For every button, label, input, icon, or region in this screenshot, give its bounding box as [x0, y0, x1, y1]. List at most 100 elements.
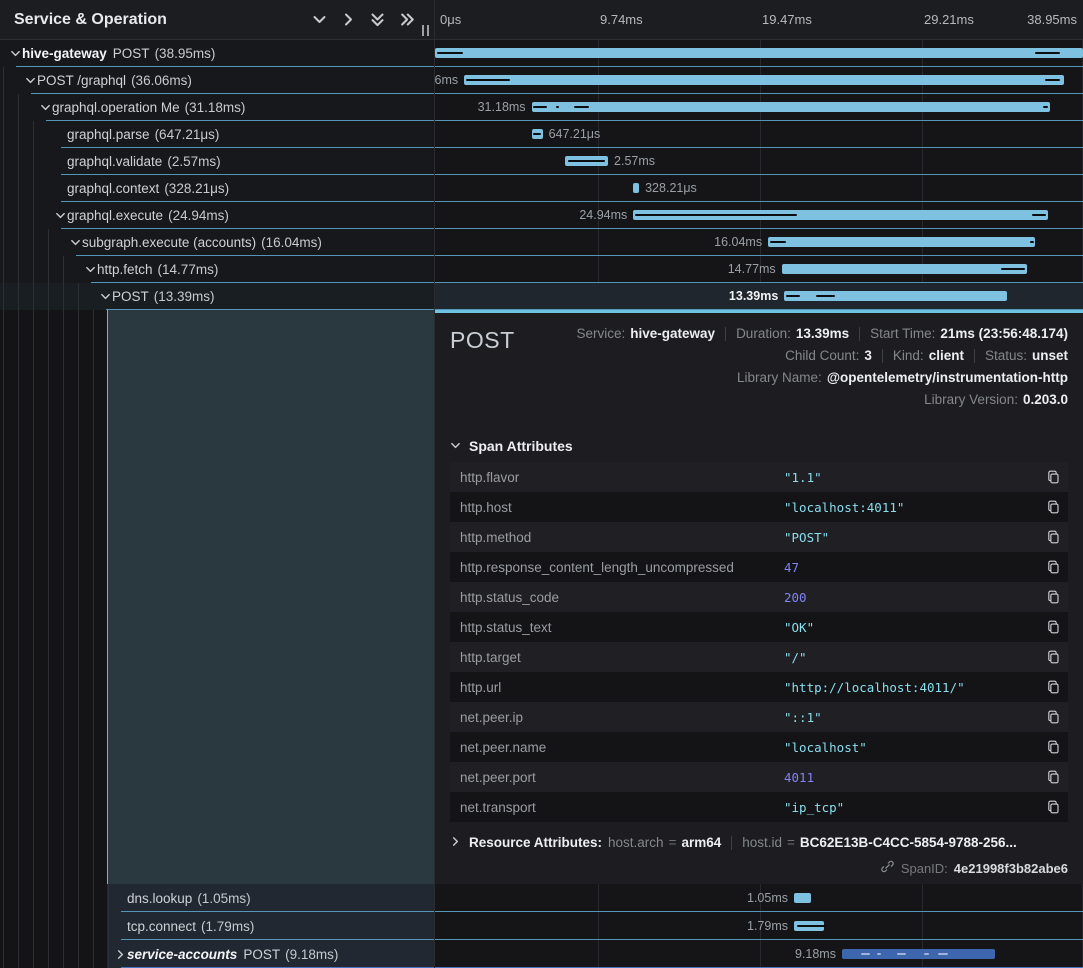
operation-name: graphql.execute	[67, 208, 163, 223]
chevron-down-icon[interactable]	[98, 291, 112, 302]
span-tree-row[interactable]: hive-gatewayPOST(38.95ms)	[0, 40, 434, 67]
span-bar[interactable]	[435, 48, 1083, 58]
column-resizer-grip[interactable]	[422, 25, 429, 36]
expand-all-icon[interactable]	[396, 10, 416, 30]
timeline-row[interactable]: 9.18ms	[435, 940, 1083, 968]
span-bar[interactable]	[532, 102, 1050, 112]
timeline-row[interactable]: 38.95ms	[435, 40, 1083, 67]
copy-value-button[interactable]	[1042, 526, 1064, 548]
attribute-value: 200	[784, 590, 1042, 605]
operation-name: tcp.connect	[127, 919, 196, 934]
collapse-children-icon[interactable]	[309, 10, 329, 30]
bar-duration-label: 14.77ms	[728, 256, 776, 283]
timeline-row[interactable]: 1.79ms	[435, 912, 1083, 940]
span-tree-row[interactable]: dns.lookup(1.05ms)	[0, 884, 434, 912]
attribute-value: "http://localhost:4011/"	[784, 680, 1042, 695]
span-bar[interactable]	[633, 183, 639, 193]
service-name: hive-gateway	[22, 46, 107, 61]
meta-value: hive-gateway	[630, 326, 715, 341]
attribute-key: http.status_text	[460, 620, 784, 635]
timeline-row[interactable]: 16.04ms	[435, 229, 1083, 256]
operation-name: dns.lookup	[127, 891, 192, 906]
span-tree-row[interactable]: POST /graphql(36.06ms)	[0, 67, 434, 94]
chevron-down-icon[interactable]	[38, 102, 52, 113]
copy-value-button[interactable]	[1042, 766, 1064, 788]
chevron-down-icon[interactable]	[23, 75, 37, 86]
resource-key: host.id	[742, 835, 782, 850]
timeline-row[interactable]: 1.05ms	[435, 884, 1083, 912]
indent-guide	[63, 256, 64, 968]
timeline-row[interactable]: 647.21μs	[435, 121, 1083, 148]
attribute-value: 47	[784, 560, 1042, 575]
span-tree-row[interactable]: graphql.parse(647.21μs)	[0, 121, 434, 148]
timeline-row[interactable]: 328.21μs	[435, 175, 1083, 202]
copy-value-button[interactable]	[1042, 556, 1064, 578]
copy-value-button[interactable]	[1042, 676, 1064, 698]
copy-value-button[interactable]	[1042, 646, 1064, 668]
timeline-row[interactable]: 2.57ms	[435, 148, 1083, 175]
meta-value: unset	[1032, 348, 1068, 363]
timeline-row[interactable]: 31.18ms	[435, 94, 1083, 121]
copy-value-button[interactable]	[1042, 586, 1064, 608]
child-span-marker	[786, 295, 800, 297]
span-tree-row[interactable]: graphql.execute(24.94ms)	[0, 202, 434, 229]
span-tree-row[interactable]: graphql.validate(2.57ms)	[0, 148, 434, 175]
meta-label: Library Version:	[924, 392, 1018, 407]
meta-separator	[974, 349, 975, 363]
span-bar[interactable]	[464, 75, 1064, 85]
span-tree-row[interactable]: http.fetch(14.77ms)	[0, 256, 434, 283]
operation-name: POST	[112, 289, 149, 304]
chevron-down-icon[interactable]	[8, 48, 22, 59]
child-span-marker	[861, 953, 870, 955]
span-tree-row[interactable]: graphql.context(328.21μs)	[0, 175, 434, 202]
operation-name: graphql.context	[67, 181, 159, 196]
copy-value-button[interactable]	[1042, 796, 1064, 818]
meta-label: Status:	[985, 348, 1027, 363]
child-span-marker	[797, 925, 827, 927]
span-tree-row[interactable]: graphql.operation Me(31.18ms)	[0, 94, 434, 121]
copy-value-button[interactable]	[1042, 706, 1064, 728]
bar-duration-label: 13.39ms	[729, 283, 778, 310]
ruler-tick: 0μs	[440, 12, 461, 27]
attribute-key: net.peer.name	[460, 740, 784, 755]
column-resizer[interactable]	[434, 0, 435, 968]
attribute-row: http.host"localhost:4011"	[450, 492, 1068, 522]
indent-guide	[33, 121, 34, 968]
collapse-all-icon[interactable]	[367, 10, 387, 30]
child-span-marker	[568, 160, 606, 162]
copy-value-button[interactable]	[1042, 616, 1064, 638]
attribute-value: "1.1"	[784, 470, 1042, 485]
span-meta-line: Child Count:3Kind:clientStatus:unset	[785, 345, 1068, 366]
timeline-ruler[interactable]: 0μs9.74ms19.47ms29.21ms38.95ms	[435, 0, 1083, 40]
span-attributes-toggle[interactable]: Span Attributes	[450, 438, 1068, 454]
chevron-down-icon[interactable]	[53, 210, 67, 221]
chevron-down-icon[interactable]	[83, 264, 97, 275]
chevron-down-icon[interactable]	[68, 237, 82, 248]
chevron-right-icon[interactable]	[113, 949, 127, 960]
copy-value-button[interactable]	[1042, 736, 1064, 758]
span-bar[interactable]	[768, 237, 1035, 247]
link-icon[interactable]	[880, 859, 895, 877]
span-tree-row[interactable]: POST(13.39ms)	[0, 283, 434, 310]
span-tree-row[interactable]: tcp.connect(1.79ms)	[0, 912, 434, 940]
span-bar[interactable]	[782, 264, 1028, 274]
timeline-row[interactable]: 14.77ms	[435, 256, 1083, 283]
meta-label: Duration:	[736, 326, 791, 341]
copy-value-button[interactable]	[1042, 466, 1064, 488]
timeline-row[interactable]: 13.39ms	[435, 283, 1083, 310]
operation-name: POST	[113, 46, 150, 61]
span-meta-line: Library Version:0.203.0	[924, 389, 1068, 410]
span-tree-row[interactable]: service-accountsPOST(9.18ms)	[0, 940, 434, 968]
attribute-value: "OK"	[784, 620, 1042, 635]
indent-guide	[108, 884, 109, 968]
expand-children-icon[interactable]	[338, 10, 358, 30]
span-duration: (9.18ms)	[285, 947, 338, 962]
span-tree-row[interactable]: subgraph.execute (accounts)(16.04ms)	[0, 229, 434, 256]
service-name: service-accounts	[127, 947, 237, 962]
copy-value-button[interactable]	[1042, 496, 1064, 518]
timeline-row[interactable]: 36.06ms	[435, 67, 1083, 94]
child-span-marker	[533, 133, 540, 135]
timeline-row[interactable]: 24.94ms	[435, 202, 1083, 229]
resource-attributes-toggle[interactable]: Resource Attributes: host.arch=arm64host…	[450, 835, 1068, 850]
span-bar[interactable]	[794, 893, 811, 903]
